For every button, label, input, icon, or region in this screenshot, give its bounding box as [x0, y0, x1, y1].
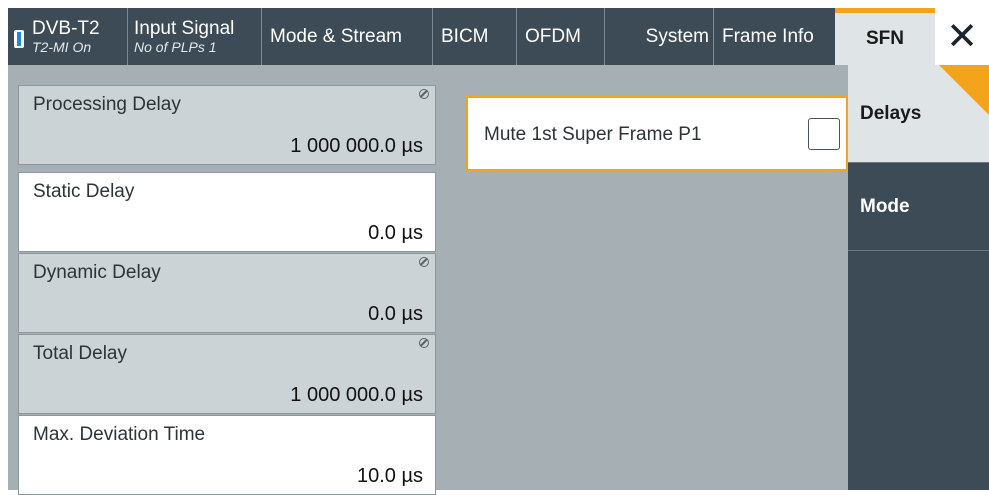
max-deviation-time-label: Max. Deviation Time — [33, 424, 206, 445]
dynamic-delay-field: Dynamic Delay 0.0 µs — [18, 253, 436, 333]
tab-mode-stream-label: Mode & Stream — [270, 25, 402, 47]
mute-super-frame-p1-checkbox[interactable] — [808, 118, 840, 150]
side-tab-delays-label: Delays — [860, 102, 922, 124]
readonly-icon — [419, 338, 429, 348]
total-delay-value: 1 000 000.0 µs — [290, 384, 423, 406]
status-indicator-icon — [14, 30, 24, 48]
tab-dvb-t2-sub: T2-MI On — [32, 38, 92, 55]
dynamic-delay-value: 0.0 µs — [368, 303, 423, 325]
max-deviation-time-value[interactable]: 10.0 µs — [357, 465, 423, 488]
tab-input-signal-label: Input Signal — [134, 17, 235, 39]
tab-frame-info-label: Frame Info — [722, 25, 814, 47]
tab-system-label: System — [645, 25, 709, 47]
processing-delay-label: Processing Delay — [33, 94, 181, 115]
static-delay-label: Static Delay — [33, 181, 135, 202]
tab-frame-info[interactable]: Frame Info — [714, 8, 841, 65]
static-delay-field[interactable]: Static Delay 0.0 µs — [18, 172, 436, 252]
side-tab-mode-label: Mode — [860, 195, 910, 217]
tab-sfn-label: SFN — [866, 28, 904, 49]
total-delay-field: Total Delay 1 000 000.0 µs — [18, 334, 436, 414]
tab-system[interactable]: System — [605, 8, 714, 65]
processing-delay-field: Processing Delay 1 000 000.0 µs — [18, 85, 436, 165]
tab-bicm-label: BICM — [441, 25, 489, 47]
tab-input-signal-sub: No of PLPs 1 — [134, 38, 217, 55]
static-delay-value[interactable]: 0.0 µs — [368, 222, 423, 245]
tab-bicm[interactable]: BICM — [433, 8, 517, 65]
tab-bar: DVB-T2 T2-MI On Input Signal No of PLPs … — [8, 8, 989, 65]
readonly-icon — [419, 89, 429, 99]
dynamic-delay-label: Dynamic Delay — [33, 262, 161, 283]
tab-input-signal[interactable]: Input Signal No of PLPs 1 — [128, 8, 262, 65]
mute-super-frame-p1-control[interactable]: Mute 1st Super Frame P1 — [465, 95, 849, 172]
side-tab-mode[interactable]: Mode — [848, 163, 989, 251]
readonly-icon — [419, 257, 429, 267]
side-panel: Delays Mode — [848, 65, 989, 490]
close-icon: ✕ — [946, 15, 978, 58]
close-button[interactable]: ✕ — [935, 8, 989, 65]
total-delay-label: Total Delay — [33, 343, 127, 364]
tab-ofdm[interactable]: OFDM — [517, 8, 605, 65]
side-tab-delays[interactable]: Delays — [848, 65, 989, 163]
tab-dvb-t2-label: DVB-T2 — [32, 17, 100, 39]
active-corner-marker — [939, 65, 989, 115]
top-strip — [0, 0, 989, 8]
tab-dvb-t2[interactable]: DVB-T2 T2-MI On — [8, 8, 128, 65]
tab-ofdm-label: OFDM — [525, 25, 581, 47]
mute-super-frame-p1-label: Mute 1st Super Frame P1 — [484, 124, 702, 145]
processing-delay-value: 1 000 000.0 µs — [290, 135, 423, 157]
max-deviation-time-field[interactable]: Max. Deviation Time 10.0 µs — [18, 415, 436, 495]
tab-mode-stream[interactable]: Mode & Stream — [262, 8, 433, 65]
tab-sfn[interactable]: SFN — [835, 8, 935, 65]
main-content: Processing Delay 1 000 000.0 µs Static D… — [8, 65, 849, 495]
